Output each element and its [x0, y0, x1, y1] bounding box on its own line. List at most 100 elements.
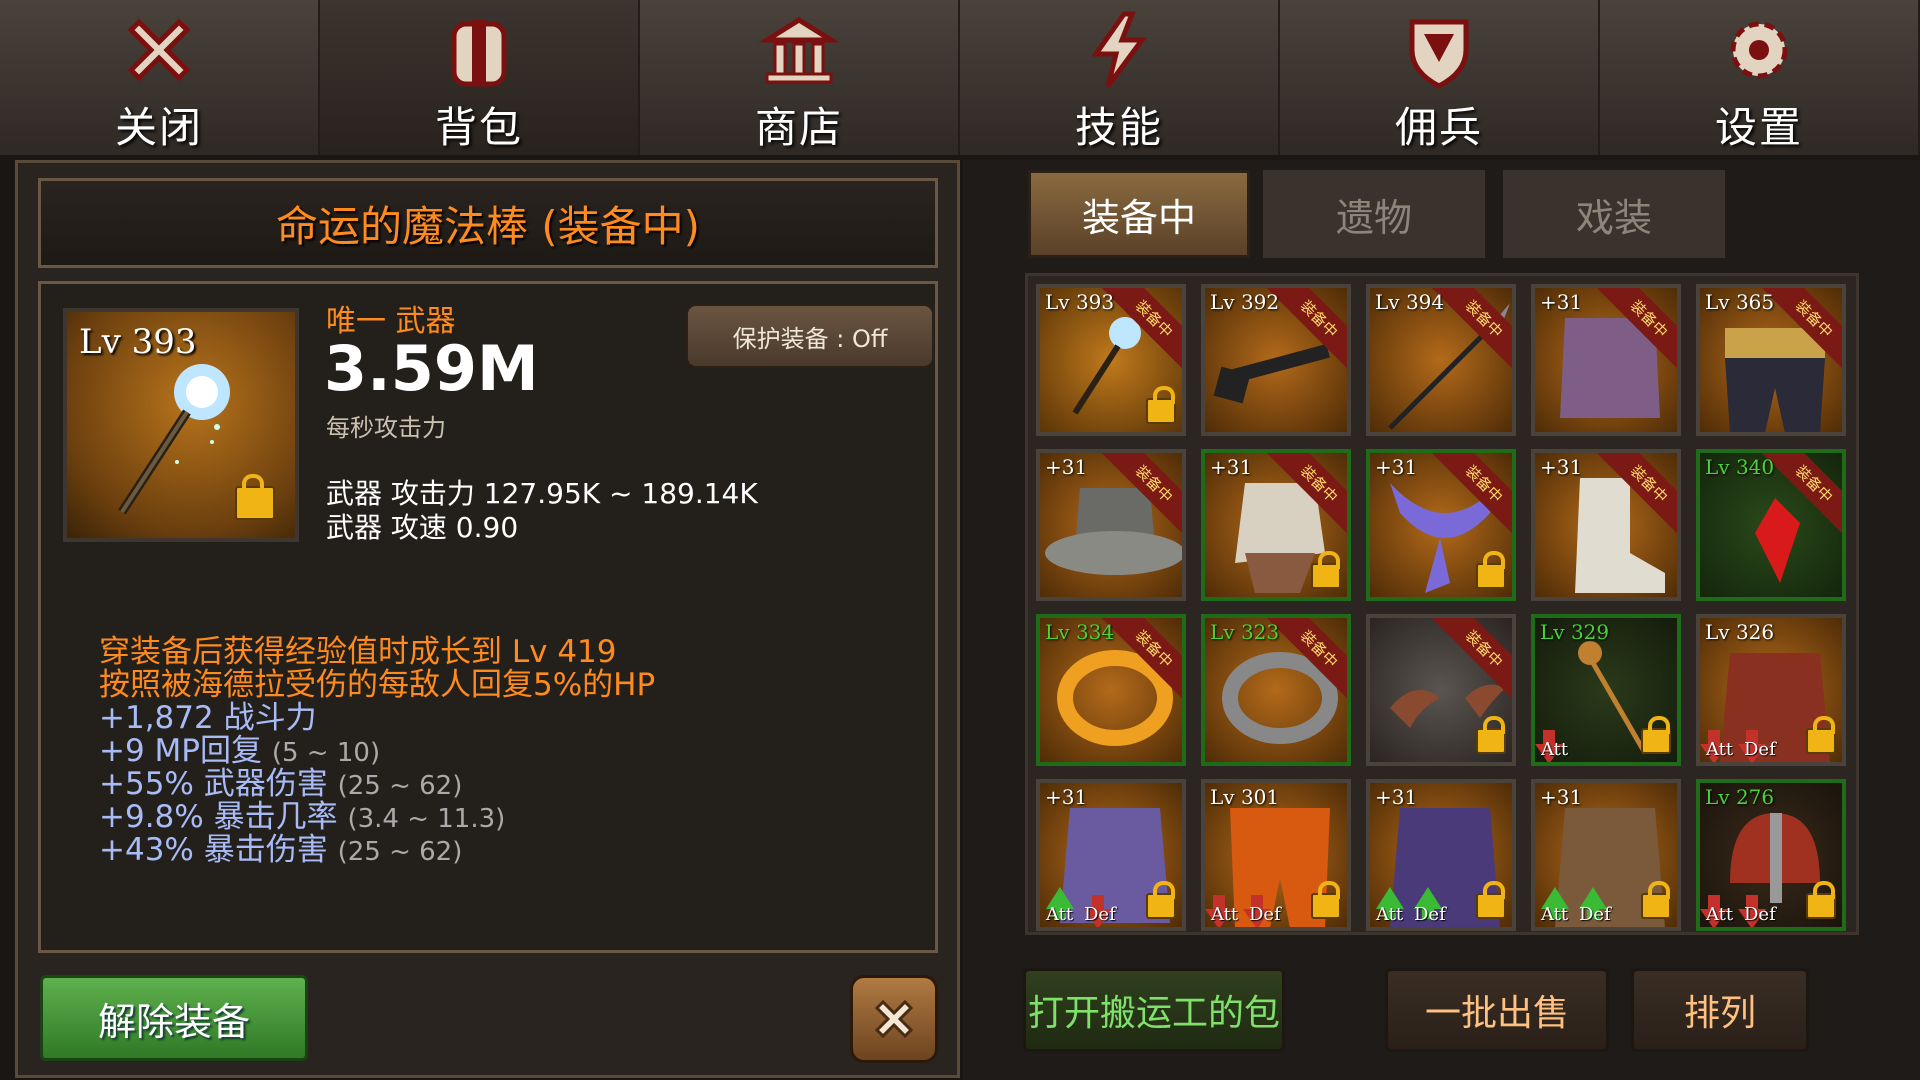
- item-title-bar: 命运的魔法棒 (装备中): [38, 178, 938, 268]
- compare-att-label: Att: [1706, 739, 1734, 760]
- lock-icon[interactable]: [1311, 881, 1341, 919]
- tab-close[interactable]: 关闭: [0, 0, 320, 155]
- weapon-speed: 武器 攻速 0.90: [326, 511, 519, 544]
- lock-icon[interactable]: [1476, 716, 1506, 754]
- lock-icon[interactable]: [235, 474, 275, 520]
- inventory-slot[interactable]: Lv 276 Att Def: [1696, 779, 1846, 931]
- bonus-weapon-damage: +55% 武器伤害 (25 ~ 62): [99, 768, 462, 803]
- lock-icon[interactable]: [1311, 551, 1341, 589]
- compare-att-label: Att: [1541, 904, 1569, 925]
- compare-def-label: Def: [1744, 904, 1776, 925]
- slot-level: Lv 392: [1210, 290, 1280, 314]
- inventory-slot[interactable]: Lv 329 Att: [1531, 614, 1681, 766]
- item-title: 命运的魔法棒 (装备中): [275, 201, 701, 251]
- compare-att-label: Att: [1706, 904, 1734, 925]
- bonus-crit-chance-range: (3.4 ~ 11.3): [347, 804, 506, 834]
- bulk-sell-button[interactable]: 一批出售: [1385, 968, 1609, 1052]
- close-detail-button[interactable]: [850, 975, 938, 1063]
- inventory-slot[interactable]: Lv 340 装备中: [1696, 449, 1846, 601]
- inventory-slot[interactable]: Lv 365 装备中: [1696, 284, 1846, 436]
- bonus-mp-value: +9 MP回复: [99, 733, 262, 769]
- inventory-slot[interactable]: +31 Att Def: [1531, 779, 1681, 931]
- shield-icon: [1394, 6, 1484, 94]
- inventory-slot[interactable]: Lv 392 装备中: [1201, 284, 1351, 436]
- inventory-slot[interactable]: Lv 323 装备中: [1201, 614, 1351, 766]
- tab-backpack-label: 背包: [434, 103, 523, 152]
- tab-skills[interactable]: 技能: [960, 0, 1280, 155]
- lock-icon[interactable]: [1146, 386, 1176, 424]
- slot-level: Lv 301: [1210, 785, 1280, 809]
- slot-level: +31: [1540, 785, 1583, 809]
- bonus-crit-damage-range: (25 ~ 62): [337, 837, 463, 867]
- inventory-slot[interactable]: +31 装备中: [1366, 449, 1516, 601]
- item-dps-label: 每秒攻击力: [326, 414, 446, 442]
- subtab-relics[interactable]: 遗物: [1263, 170, 1485, 258]
- inventory-slot[interactable]: Lv 301 Att Def: [1201, 779, 1351, 931]
- open-porter-bag-button[interactable]: 打开搬运工的包: [1023, 968, 1285, 1052]
- top-nav: 关闭 背包 商店 技能 佣兵 设置: [0, 0, 1920, 155]
- lock-icon[interactable]: [1641, 881, 1671, 919]
- bonus-weapon-damage-range: (25 ~ 62): [337, 771, 463, 801]
- inventory-slot[interactable]: 装备中: [1366, 614, 1516, 766]
- tab-mercenary[interactable]: 佣兵: [1280, 0, 1600, 155]
- item-detail-panel: 命运的魔法棒 (装备中) Lv 393 唯一 武器 3.59M 每秒攻击力 保护…: [15, 160, 960, 1078]
- inventory-grid: Lv 393 装备中 Lv 392 装备中 Lv 394 装备中 +31 装备中…: [1025, 273, 1859, 935]
- inventory-slot[interactable]: Lv 326 Att Def: [1696, 614, 1846, 766]
- slot-level: +31: [1375, 455, 1418, 479]
- compare-att-label: Att: [1211, 904, 1239, 925]
- inventory-slot[interactable]: Lv 334 装备中: [1036, 614, 1186, 766]
- sort-button[interactable]: 排列: [1631, 968, 1809, 1052]
- compare-def-label: Def: [1249, 904, 1281, 925]
- inventory-slot[interactable]: +31 装备中: [1531, 284, 1681, 436]
- item-detail-box: Lv 393 唯一 武器 3.59M 每秒攻击力 保护装备 : Off 武器 攻…: [38, 281, 938, 953]
- inventory-slot[interactable]: +31 装备中: [1531, 449, 1681, 601]
- tab-settings[interactable]: 设置: [1600, 0, 1920, 155]
- protect-equipment-toggle[interactable]: 保护装备 : Off: [686, 304, 934, 368]
- compare-att-label: Att: [1376, 904, 1404, 925]
- shop-icon: [754, 6, 844, 94]
- subtab-equipped[interactable]: 装备中: [1028, 170, 1250, 258]
- lock-icon[interactable]: [1806, 881, 1836, 919]
- slot-level: Lv 365: [1705, 290, 1775, 314]
- tab-shop[interactable]: 商店: [640, 0, 960, 155]
- item-preview: Lv 393: [63, 308, 299, 542]
- backpack-icon: [434, 6, 524, 94]
- tab-backpack[interactable]: 背包: [320, 0, 640, 155]
- lock-icon[interactable]: [1641, 716, 1671, 754]
- subtab-costume[interactable]: 戏装: [1503, 170, 1725, 258]
- bonus-crit-damage: +43% 暴击伤害 (25 ~ 62): [99, 834, 462, 869]
- tab-skills-label: 技能: [1074, 103, 1163, 152]
- lightning-icon: [1074, 6, 1164, 94]
- unequip-button[interactable]: 解除装备: [40, 975, 308, 1061]
- inventory-panel: 装备中 遗物 戏装 Lv 393 装备中 Lv 392 装备中 Lv 394 装…: [963, 160, 1920, 1080]
- slot-level: Lv 276: [1705, 785, 1775, 809]
- slot-level: Lv 323: [1210, 620, 1280, 644]
- lock-icon[interactable]: [1146, 881, 1176, 919]
- slot-level: Lv 340: [1705, 455, 1775, 479]
- item-dps: 3.59M: [324, 332, 539, 405]
- bonus-mp-range: (5 ~ 10): [271, 738, 381, 768]
- bonus-power: +1,872 战斗力: [99, 700, 317, 736]
- inventory-slot[interactable]: +31 装备中: [1201, 449, 1351, 601]
- inventory-slot[interactable]: Lv 394 装备中: [1366, 284, 1516, 436]
- compare-def-label: Def: [1579, 904, 1611, 925]
- lock-icon[interactable]: [1806, 716, 1836, 754]
- inventory-slot[interactable]: Lv 393 装备中: [1036, 284, 1186, 436]
- tab-shop-label: 商店: [754, 103, 843, 152]
- compare-def-label: Def: [1084, 904, 1116, 925]
- inventory-slot[interactable]: +31 装备中: [1036, 449, 1186, 601]
- lock-icon[interactable]: [1476, 881, 1506, 919]
- bonus-weapon-damage-value: +55% 武器伤害: [99, 766, 328, 802]
- inventory-slot[interactable]: +31 Att Def: [1036, 779, 1186, 931]
- inventory-slot[interactable]: +31 Att Def: [1366, 779, 1516, 931]
- bonus-crit-damage-value: +43% 暴击伤害: [99, 832, 328, 868]
- gear-icon: [1714, 6, 1804, 94]
- bonus-growth: 穿装备后获得经验值时成长到 Lv 419: [99, 634, 617, 670]
- bonus-hydra: 按照被海德拉受伤的每敌人回复5%的HP: [99, 667, 656, 703]
- slot-level: Lv 334: [1045, 620, 1115, 644]
- close-icon: [874, 999, 914, 1039]
- slot-level: +31: [1045, 785, 1088, 809]
- tab-settings-label: 设置: [1714, 103, 1803, 152]
- lock-icon[interactable]: [1476, 551, 1506, 589]
- slot-level: +31: [1540, 455, 1583, 479]
